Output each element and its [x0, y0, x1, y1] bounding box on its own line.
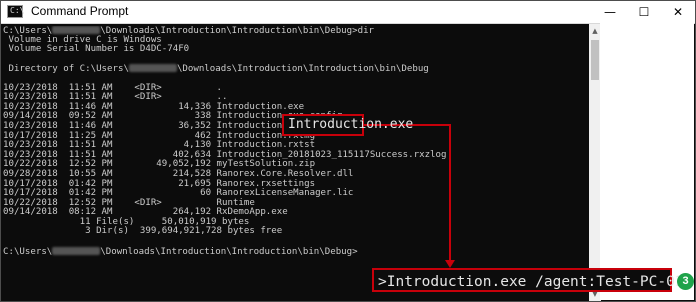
redacted-username: [52, 246, 101, 255]
console-text: Directory of C:\Users\: [3, 64, 129, 75]
scroll-thumb[interactable]: [591, 40, 599, 80]
window-title: Command Prompt: [31, 4, 129, 18]
console-text: C:\Users\: [3, 246, 53, 257]
command-prompt-window: C:\ Command Prompt — ☐ ✕ C:\Users\ \Downl…: [0, 0, 696, 302]
console-line: C:\Users\ \Downloads\Introduction\Introdu…: [3, 246, 589, 257]
highlight-command-callout: >Introduction.exe /agent:Test-PC-01: [372, 268, 684, 292]
minimize-button[interactable]: —: [593, 1, 627, 23]
redacted-username: [128, 64, 177, 73]
command-prompt-icon: C:\: [7, 5, 24, 18]
console-line: 3 Dir(s) 399,694,921,728 bytes free: [3, 226, 283, 237]
background-area: [600, 23, 694, 300]
title-bar[interactable]: C:\ Command Prompt — ☐ ✕: [1, 1, 695, 24]
highlight-file-callout: Introduction.exe: [282, 114, 413, 136]
close-button[interactable]: ✕: [661, 1, 695, 23]
console-text: \Downloads\Introduction\Introduction\bin…: [176, 64, 429, 75]
redacted-username: [52, 26, 101, 34]
console-line: Directory of C:\Users\ \Downloads\Introdu…: [3, 64, 589, 74]
maximize-button[interactable]: ☐: [627, 1, 661, 23]
console-output[interactable]: C:\Users\ \Downloads\Introduction\Introdu…: [3, 26, 589, 301]
console-line: Volume Serial Number is D4DC-74F0: [3, 44, 190, 55]
console-text: \Downloads\Introduction\Introduction\bin…: [100, 246, 358, 257]
step-number-badge: 3: [677, 273, 694, 290]
